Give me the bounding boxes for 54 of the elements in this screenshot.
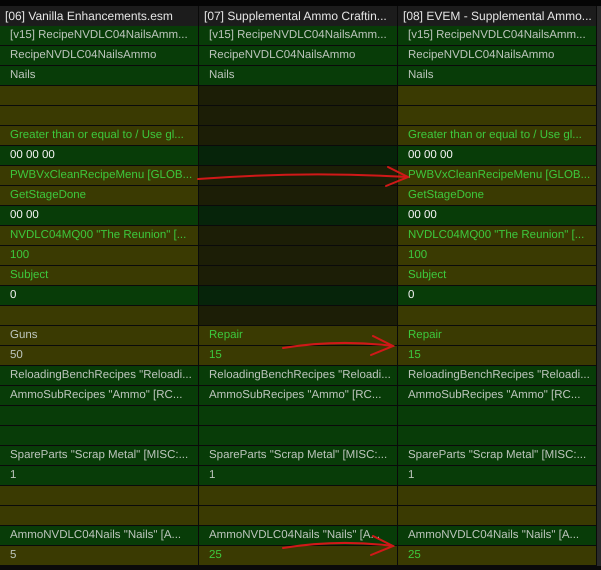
table-cell: ReloadingBenchRecipes "Reloadi...: [199, 366, 398, 386]
table-cell: RecipeNVDLC04NailsAmmo: [199, 46, 398, 66]
table-cell: ReloadingBenchRecipes "Reloadi...: [398, 366, 597, 386]
table-cell: ReloadingBenchRecipes "Reloadi...: [0, 366, 199, 386]
table-cell: 1: [0, 466, 199, 486]
column-header[interactable]: [06] Vanilla Enhancements.esm: [0, 6, 199, 27]
table-cell: 1: [398, 466, 597, 486]
table-cell: Nails: [0, 66, 199, 86]
table-cell: [v15] RecipeNVDLC04NailsAmm...: [398, 26, 597, 46]
table-cell: NVDLC04MQ00 "The Reunion" [...: [398, 226, 597, 246]
table-cell: 00 00: [398, 206, 597, 226]
table-cell: 25: [199, 546, 398, 566]
table-cell: AmmoSubRecipes "Ammo" [RC...: [0, 386, 199, 406]
table-cell: 00 00 00: [398, 146, 597, 166]
table-cell: 100: [398, 246, 597, 266]
table-cell: [v15] RecipeNVDLC04NailsAmm...: [0, 26, 199, 46]
table-cell: SpareParts "Scrap Metal" [MISC:...: [199, 446, 398, 466]
table-cell: 100: [0, 246, 199, 266]
table-cell: 50: [0, 346, 199, 366]
table-cell: GetStageDone: [398, 186, 597, 206]
table-cell: Nails: [398, 66, 597, 86]
table-cell: 5: [0, 546, 199, 566]
table-cell: 1: [199, 466, 398, 486]
table-cell: 0: [398, 286, 597, 306]
table-cell: PWBVxCleanRecipeMenu [GLOB...: [398, 166, 597, 186]
table-cell: 00 00: [0, 206, 199, 226]
column-header[interactable]: [08] EVEM - Supplemental Ammo...: [398, 6, 597, 27]
table-cell: [v15] RecipeNVDLC04NailsAmm...: [199, 26, 398, 46]
table-cell: 00 00 00: [0, 146, 199, 166]
table-cell: RecipeNVDLC04NailsAmmo: [398, 46, 597, 66]
table-cell: 15: [398, 346, 597, 366]
table-cell: Guns: [0, 326, 199, 346]
table-cell: 15: [199, 346, 398, 366]
table-cell: RecipeNVDLC04NailsAmmo: [0, 46, 199, 66]
table-cell: Nails: [199, 66, 398, 86]
table-cell: NVDLC04MQ00 "The Reunion" [...: [0, 226, 199, 246]
table-cell: Greater than or equal to / Use gl...: [398, 126, 597, 146]
table-cell: Repair: [398, 326, 597, 346]
table-cell: Repair: [199, 326, 398, 346]
table-cell: AmmoNVDLC04Nails "Nails" [A...: [398, 526, 597, 546]
table-cell: Subject: [0, 266, 199, 286]
table-cell: SpareParts "Scrap Metal" [MISC:...: [398, 446, 597, 466]
table-cell: AmmoNVDLC04Nails "Nails" [A...: [0, 526, 199, 546]
column-header[interactable]: [07] Supplemental Ammo Craftin...: [199, 6, 398, 27]
table-cell: AmmoSubRecipes "Ammo" [RC...: [199, 386, 398, 406]
table-cell: SpareParts "Scrap Metal" [MISC:...: [0, 446, 199, 466]
table-cell: Greater than or equal to / Use gl...: [0, 126, 199, 146]
table-cell: PWBVxCleanRecipeMenu [GLOB...: [0, 166, 199, 186]
table-cell: GetStageDone: [0, 186, 199, 206]
table-cell: AmmoNVDLC04Nails "Nails" [A...: [199, 526, 398, 546]
table-cell: 0: [0, 286, 199, 306]
table-cell: AmmoSubRecipes "Ammo" [RC...: [398, 386, 597, 406]
table-cell: Subject: [398, 266, 597, 286]
table-cell: 25: [398, 546, 597, 566]
